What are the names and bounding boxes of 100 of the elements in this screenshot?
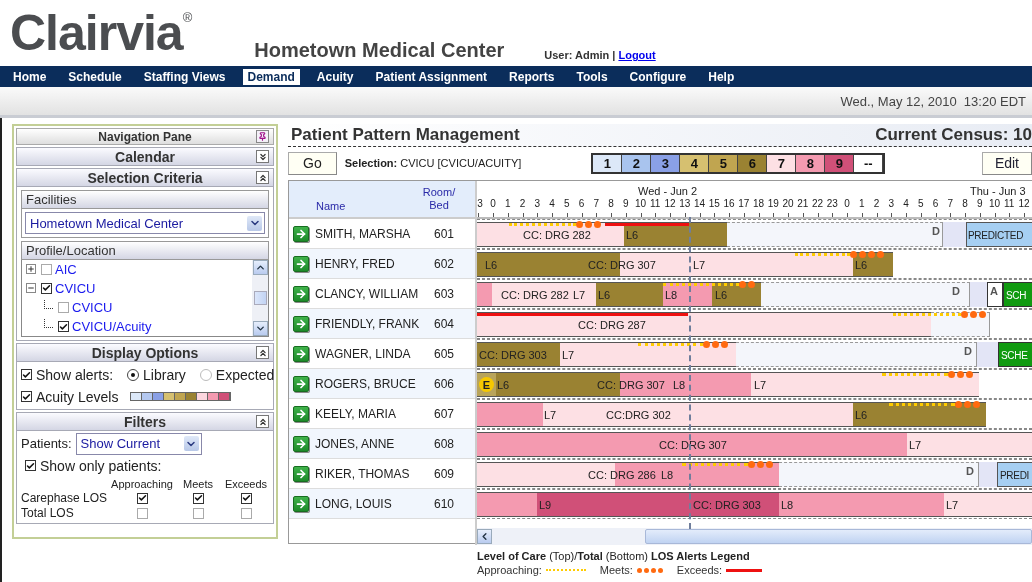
checkbox[interactable] xyxy=(58,321,69,333)
scroll-thumb[interactable] xyxy=(253,291,267,305)
facility-name: Hometown Medical Center xyxy=(254,39,505,62)
collapse-button[interactable] xyxy=(256,171,269,184)
patient-row[interactable]: LONG, LOUIS 610 xyxy=(289,489,475,519)
tree-item[interactable]: CVICU xyxy=(55,280,96,296)
room-number: 603 xyxy=(433,286,455,301)
scroll-thumb[interactable] xyxy=(645,529,1032,544)
patient-row[interactable]: JONES, ANNE 608 xyxy=(289,429,475,459)
open-patient-button[interactable] xyxy=(293,315,309,332)
row-label: Carephase LOS xyxy=(21,491,109,505)
hour-label: 0 xyxy=(490,198,496,209)
checkbox[interactable] xyxy=(192,507,204,519)
hour-label: 5 xyxy=(917,198,924,209)
scrollbar[interactable] xyxy=(477,528,1032,545)
acuity-level[interactable]: 1 xyxy=(593,154,623,172)
open-patient-button[interactable] xyxy=(293,225,309,242)
column-header: Room/ Bed xyxy=(421,186,457,212)
bar-label: L6 xyxy=(855,409,868,421)
patient-row[interactable]: HENRY, FRED 602 xyxy=(289,249,475,279)
acuity-level[interactable]: 4 xyxy=(680,154,710,172)
collapse-button[interactable] xyxy=(256,346,269,359)
open-patient-button[interactable] xyxy=(293,435,309,452)
patient-row[interactable]: ROGERS, BRUCE 606 xyxy=(289,369,475,399)
menu-item[interactable]: Staffing Views xyxy=(138,68,231,85)
open-patient-button[interactable] xyxy=(293,375,309,392)
checkbox[interactable] xyxy=(240,492,252,504)
acuity-level[interactable]: 2 xyxy=(622,154,652,172)
hour-label: 7 xyxy=(947,198,954,209)
radio-button[interactable] xyxy=(127,368,140,381)
checkbox[interactable] xyxy=(136,492,148,504)
checkbox[interactable] xyxy=(240,507,252,519)
patient-name: WAGNER, LINDA xyxy=(315,346,412,361)
open-patient-button[interactable] xyxy=(293,405,309,422)
pin-button[interactable] xyxy=(256,130,269,143)
menu-item[interactable]: Tools xyxy=(571,68,613,85)
scrollbar[interactable] xyxy=(252,260,268,336)
checkbox[interactable] xyxy=(41,263,52,275)
day-label: Thu - Jun 3 xyxy=(970,185,1026,197)
menu-item[interactable]: Patient Assignment xyxy=(370,68,493,85)
collapse-button[interactable] xyxy=(256,415,269,428)
radio-button[interactable] xyxy=(199,368,212,381)
acuity-level[interactable]: 9 xyxy=(825,154,855,172)
checkbox[interactable] xyxy=(41,282,52,294)
checkbox[interactable] xyxy=(58,302,69,314)
menu-item[interactable]: Home xyxy=(8,68,52,85)
checkbox[interactable] xyxy=(21,391,32,402)
tree-item[interactable]: CVICU/Acuity xyxy=(72,319,152,335)
acuity-level[interactable]: 8 xyxy=(796,154,826,172)
date-time: Wed., May 12, 2010 13:20 EDT xyxy=(840,93,1026,109)
hour-label: 1 xyxy=(504,198,511,209)
scroll-up-button[interactable] xyxy=(252,260,268,275)
bar-label: L7 xyxy=(562,349,575,361)
hour-label: 5 xyxy=(563,198,570,209)
logout-link[interactable]: Logout xyxy=(618,49,656,61)
checkbox[interactable] xyxy=(25,460,36,471)
acuity-level[interactable]: 3 xyxy=(651,154,681,172)
menu-item[interactable]: Acuity xyxy=(311,68,359,85)
open-patient-button[interactable] xyxy=(293,285,309,302)
open-patient-button[interactable] xyxy=(293,345,309,362)
checkbox[interactable] xyxy=(192,492,204,504)
open-patient-button[interactable] xyxy=(293,465,309,482)
scroll-down-button[interactable] xyxy=(252,321,268,336)
open-patient-button[interactable] xyxy=(293,495,309,512)
tree-item[interactable]: CVICU xyxy=(72,300,113,316)
bar-label: L7 xyxy=(544,409,557,421)
approaching-alert xyxy=(882,373,948,376)
checkbox[interactable] xyxy=(136,507,148,519)
expand-toggle[interactable] xyxy=(26,264,36,275)
approaching-line-icon xyxy=(545,569,586,571)
menu-item[interactable]: Reports xyxy=(504,68,560,85)
option-label: Library xyxy=(143,366,186,383)
column-header: Name xyxy=(315,200,347,212)
collapse-toggle[interactable] xyxy=(26,283,36,294)
legend-title: Level of Care (Top)/Total (Bottom) LOS Alerts Legend xyxy=(477,550,751,562)
menu-item[interactable]: Demand xyxy=(242,68,300,85)
chevron-down-icon xyxy=(254,323,266,334)
hour-label: 8 xyxy=(608,198,614,209)
hour-label: 13 xyxy=(679,198,691,209)
menu-item[interactable]: Configure xyxy=(624,68,692,85)
menu-item[interactable]: Help xyxy=(703,68,740,85)
facility-dropdown[interactable]: Hometown Medical Center xyxy=(25,212,265,234)
acuity-level[interactable]: 6 xyxy=(738,154,768,172)
acuity-level[interactable]: 7 xyxy=(767,154,797,172)
hour-label: 1 xyxy=(858,198,865,209)
open-patient-button[interactable] xyxy=(293,255,309,272)
patients-dropdown[interactable]: Show Current xyxy=(75,432,202,455)
bar-label: PREDICTED xyxy=(968,230,1024,241)
tree-item[interactable]: AIC xyxy=(55,261,77,277)
patient-row[interactable]: FRIENDLY, FRANK 604 xyxy=(289,309,475,339)
hour-label: 4 xyxy=(549,198,555,209)
approaching-alert xyxy=(509,223,576,226)
scroll-left-button[interactable] xyxy=(477,529,492,544)
menu-item[interactable]: Schedule xyxy=(63,68,127,85)
approaching-alert xyxy=(889,403,955,406)
expand-button[interactable] xyxy=(256,150,269,163)
checkbox[interactable] xyxy=(21,369,32,380)
acuity-level[interactable]: 5 xyxy=(709,154,739,172)
go-button[interactable]: Go xyxy=(288,151,337,175)
edit-button[interactable]: Edit xyxy=(981,151,1032,175)
